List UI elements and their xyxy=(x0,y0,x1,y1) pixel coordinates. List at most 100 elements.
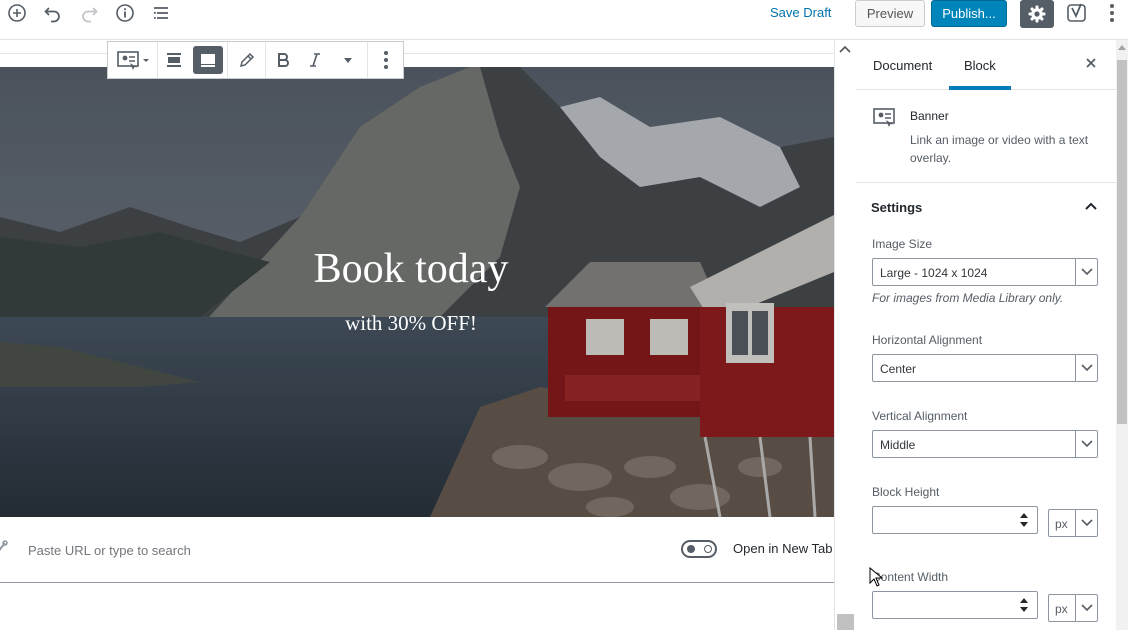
chevron-down-icon xyxy=(1080,519,1093,527)
sidebar-scrollbar[interactable] xyxy=(1116,40,1128,630)
vertical-alignment-value: Middle xyxy=(880,438,916,452)
align-wide-icon xyxy=(166,53,181,67)
plus-circle-icon xyxy=(8,4,26,22)
chevron-down-icon xyxy=(1080,268,1093,276)
save-draft-link[interactable]: Save Draft xyxy=(770,5,831,20)
block-height-label: Block Height xyxy=(872,485,940,499)
caret-down-icon xyxy=(344,58,353,63)
collapse-settings-button[interactable] xyxy=(1084,200,1098,215)
edit-image-button[interactable] xyxy=(228,42,265,78)
select-arrow xyxy=(1075,595,1097,621)
open-new-tab-toggle[interactable] xyxy=(681,540,717,558)
content-width-label: Content Width xyxy=(872,570,949,584)
close-icon xyxy=(1086,58,1096,68)
edit-group xyxy=(228,42,266,78)
scroll-up-icon[interactable] xyxy=(839,44,851,54)
horizontal-alignment-label: Horizontal Alignment xyxy=(872,333,983,347)
url-input[interactable]: Paste URL or type to search xyxy=(28,543,191,558)
block-card-description: Link an image or video with a text overl… xyxy=(910,133,1089,165)
editor-canvas: Book today with 30% OFF! Paste URL or ty… xyxy=(0,40,834,630)
image-size-value: Large - 1024 x 1024 xyxy=(880,266,988,280)
more-formats-button[interactable] xyxy=(329,42,367,78)
horizontal-alignment-select[interactable]: Center xyxy=(872,354,1098,382)
spinner-icon[interactable] xyxy=(1019,597,1029,613)
vertical-alignment-label: Vertical Alignment xyxy=(872,409,968,423)
chevron-down-icon xyxy=(1080,604,1093,612)
image-size-help: For images from Media Library only. xyxy=(872,291,1064,305)
block-toolbar xyxy=(107,41,404,79)
align-full-icon xyxy=(201,54,216,67)
block-height-unit: px xyxy=(1055,517,1068,531)
chevron-up-icon xyxy=(1085,202,1097,210)
redo-button[interactable] xyxy=(74,2,104,24)
align-full-button[interactable] xyxy=(193,46,223,74)
toggle-off-indicator xyxy=(704,545,712,553)
chevron-down-icon xyxy=(1080,440,1093,448)
banner-title[interactable]: Book today xyxy=(0,245,822,293)
select-arrow xyxy=(1075,259,1097,285)
content-info-button[interactable] xyxy=(110,2,140,24)
yoast-icon xyxy=(1067,3,1086,22)
info-icon xyxy=(116,4,134,22)
editor-header: Save Draft Preview Publish... xyxy=(0,0,1128,40)
settings-button[interactable] xyxy=(1020,0,1054,28)
block-navigation-button[interactable] xyxy=(146,2,176,24)
horizontal-alignment-value: Center xyxy=(880,362,917,376)
undo-button[interactable] xyxy=(38,2,68,24)
mouse-cursor-icon xyxy=(869,567,883,587)
close-sidebar-button[interactable] xyxy=(1084,56,1098,73)
open-new-tab-label: Open in New Tab xyxy=(733,541,833,556)
block-height-input[interactable] xyxy=(872,506,1038,534)
yoast-seo-button[interactable] xyxy=(1064,0,1090,26)
more-vertical-icon xyxy=(383,51,388,69)
banner-block-icon xyxy=(873,107,899,132)
block-switcher[interactable] xyxy=(108,42,158,78)
link-settings-row: Paste URL or type to search Open in New … xyxy=(0,527,834,583)
block-type-button[interactable] xyxy=(108,42,157,78)
settings-panel-title[interactable]: Settings xyxy=(871,200,922,215)
gear-icon xyxy=(1028,5,1046,23)
spinner-icon[interactable] xyxy=(1019,512,1029,528)
redo-icon xyxy=(82,7,98,23)
settings-sidebar: Document Block Banner Link an image or v… xyxy=(856,40,1116,630)
format-group xyxy=(266,42,368,78)
italic-icon xyxy=(309,53,320,67)
sidebar-scroll-thumb[interactable] xyxy=(1117,60,1127,424)
banner-block[interactable]: Book today with 30% OFF! xyxy=(0,67,834,517)
select-arrow xyxy=(1075,510,1097,536)
preview-button[interactable]: Preview xyxy=(855,0,925,27)
editor-scrollbar[interactable] xyxy=(834,40,856,630)
alignment-group xyxy=(158,42,228,78)
more-vertical-icon xyxy=(1110,4,1114,22)
vertical-alignment-select[interactable]: Middle xyxy=(872,430,1098,458)
tab-block[interactable]: Block xyxy=(964,58,996,73)
scroll-up-arrow[interactable] xyxy=(1118,45,1126,50)
pencil-icon xyxy=(239,52,254,68)
select-arrow xyxy=(1075,355,1097,381)
publish-button[interactable]: Publish... xyxy=(931,0,1007,27)
bold-button[interactable] xyxy=(266,42,300,78)
more-tools-button[interactable] xyxy=(1100,0,1124,26)
editor-scroll-thumb[interactable] xyxy=(837,614,854,630)
block-height-unit-select[interactable]: px xyxy=(1048,509,1098,537)
link-icon xyxy=(0,539,10,560)
block-options-button[interactable] xyxy=(368,42,403,78)
align-wide-button[interactable] xyxy=(158,42,189,78)
block-card: Banner Link an image or video with a tex… xyxy=(856,90,1116,183)
select-arrow xyxy=(1075,431,1097,457)
content-width-unit: px xyxy=(1055,602,1068,616)
undo-icon xyxy=(44,7,60,23)
content-width-input[interactable] xyxy=(872,591,1038,619)
image-size-select[interactable]: Large - 1024 x 1024 xyxy=(872,258,1098,286)
toggle-knob xyxy=(687,545,695,553)
sidebar-tabs: Document Block xyxy=(856,40,1116,90)
banner-block-icon xyxy=(116,51,149,70)
content-width-unit-select[interactable]: px xyxy=(1048,594,1098,622)
tab-document[interactable]: Document xyxy=(873,58,932,73)
bold-icon xyxy=(277,53,289,67)
block-options-group xyxy=(368,42,403,78)
add-block-button[interactable] xyxy=(2,2,32,24)
list-icon xyxy=(154,7,168,19)
italic-button[interactable] xyxy=(300,42,330,78)
banner-subtitle[interactable]: with 30% OFF! xyxy=(0,311,822,336)
